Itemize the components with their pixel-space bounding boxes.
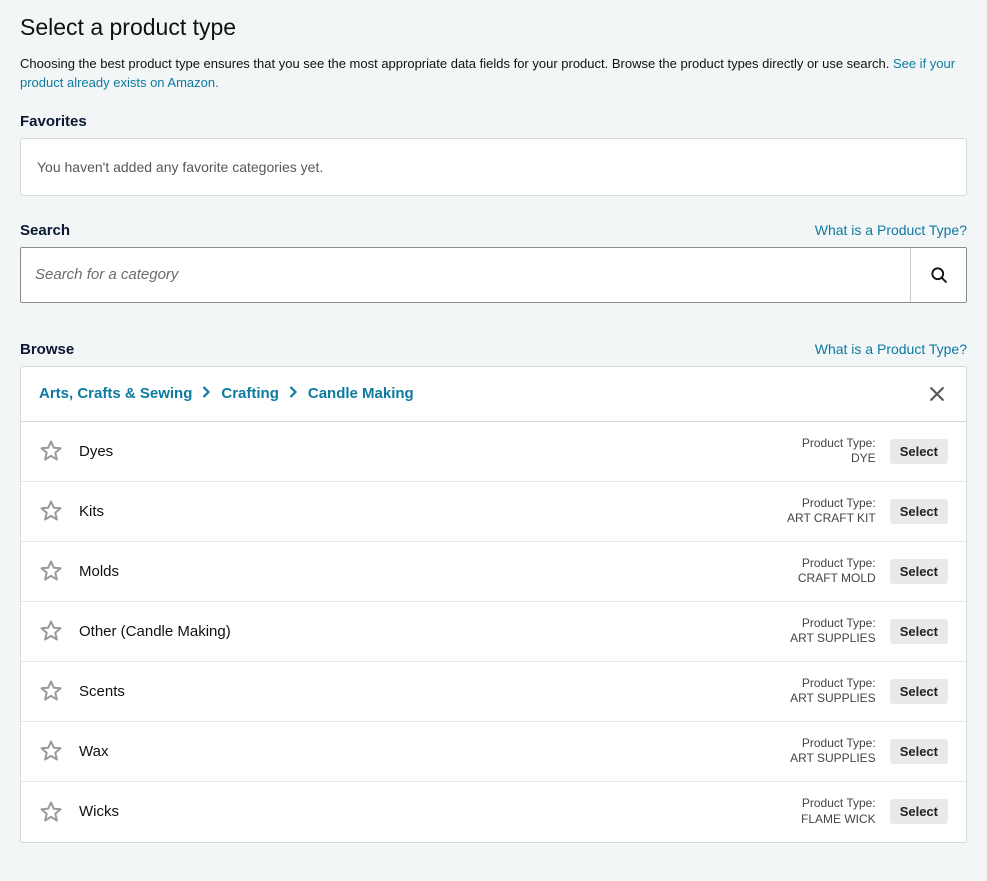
category-row: Molds Product Type:CRAFT MOLD Select — [21, 542, 966, 602]
category-name[interactable]: Kits — [79, 503, 771, 520]
search-icon — [929, 265, 949, 285]
product-type-label: Product Type: — [790, 736, 876, 752]
category-name[interactable]: Molds — [79, 563, 782, 580]
product-type-value: ART SUPPLIES — [790, 691, 876, 707]
chevron-right-icon — [202, 385, 211, 402]
product-type-label: Product Type: — [790, 676, 876, 692]
category-row: Scents Product Type:ART SUPPLIES Select — [21, 662, 966, 722]
row-right: Product Type:ART SUPPLIES Select — [790, 676, 948, 707]
product-type-block: Product Type:ART SUPPLIES — [790, 616, 876, 647]
chevron-right-icon — [289, 385, 298, 402]
product-type-value: DYE — [802, 451, 876, 467]
product-type-value: ART CRAFT KIT — [787, 511, 876, 527]
intro-paragraph: Choosing the best product type ensures t… — [20, 55, 967, 93]
search-help-link[interactable]: What is a Product Type? — [815, 222, 967, 238]
browse-heading: Browse — [20, 341, 74, 358]
browse-box: Arts, Crafts & Sewing Crafting Candle Maki… — [20, 366, 967, 843]
search-button[interactable] — [910, 248, 966, 302]
product-type-value: FLAME WICK — [801, 812, 876, 828]
select-button[interactable]: Select — [890, 559, 948, 584]
search-input[interactable] — [21, 248, 910, 302]
product-type-block: Product Type:DYE — [802, 436, 876, 467]
favorite-star-icon[interactable] — [39, 559, 63, 583]
favorite-star-icon[interactable] — [39, 800, 63, 824]
favorite-star-icon[interactable] — [39, 679, 63, 703]
row-right: Product Type:FLAME WICK Select — [801, 796, 948, 827]
breadcrumb-crumb[interactable]: Arts, Crafts & Sewing — [39, 385, 192, 402]
select-button[interactable]: Select — [890, 739, 948, 764]
product-type-block: Product Type:ART SUPPLIES — [790, 676, 876, 707]
product-type-label: Product Type: — [802, 436, 876, 452]
product-type-value: CRAFT MOLD — [798, 571, 876, 587]
select-button[interactable]: Select — [890, 679, 948, 704]
favorites-empty-box: You haven't added any favorite categorie… — [20, 138, 967, 196]
category-name[interactable]: Dyes — [79, 443, 786, 460]
product-type-value: ART SUPPLIES — [790, 631, 876, 647]
search-box — [20, 247, 967, 303]
clear-breadcrumb-button[interactable] — [926, 383, 948, 405]
favorite-star-icon[interactable] — [39, 439, 63, 463]
page-title: Select a product type — [20, 14, 967, 41]
favorites-heading: Favorites — [20, 113, 87, 130]
row-right: Product Type:ART SUPPLIES Select — [790, 736, 948, 767]
product-type-label: Product Type: — [801, 796, 876, 812]
row-right: Product Type:ART CRAFT KIT Select — [787, 496, 948, 527]
product-type-block: Product Type:CRAFT MOLD — [798, 556, 876, 587]
breadcrumb-crumb[interactable]: Candle Making — [308, 385, 414, 402]
breadcrumb-row: Arts, Crafts & Sewing Crafting Candle Maki… — [21, 367, 966, 422]
category-row: Other (Candle Making) Product Type:ART SU… — [21, 602, 966, 662]
product-type-block: Product Type:ART CRAFT KIT — [787, 496, 876, 527]
favorite-star-icon[interactable] — [39, 619, 63, 643]
select-button[interactable]: Select — [890, 799, 948, 824]
intro-text: Choosing the best product type ensures t… — [20, 56, 893, 71]
product-type-label: Product Type: — [798, 556, 876, 572]
product-type-value: ART SUPPLIES — [790, 751, 876, 767]
favorite-star-icon[interactable] — [39, 739, 63, 763]
category-row: Dyes Product Type:DYE Select — [21, 422, 966, 482]
row-right: Product Type:ART SUPPLIES Select — [790, 616, 948, 647]
browse-help-link[interactable]: What is a Product Type? — [815, 341, 967, 357]
select-button[interactable]: Select — [890, 499, 948, 524]
product-type-label: Product Type: — [787, 496, 876, 512]
category-name[interactable]: Other (Candle Making) — [79, 623, 774, 640]
product-type-block: Product Type:ART SUPPLIES — [790, 736, 876, 767]
category-name[interactable]: Scents — [79, 683, 774, 700]
row-right: Product Type:CRAFT MOLD Select — [798, 556, 948, 587]
select-button[interactable]: Select — [890, 439, 948, 464]
product-type-block: Product Type:FLAME WICK — [801, 796, 876, 827]
category-name[interactable]: Wicks — [79, 803, 785, 820]
category-row: Kits Product Type:ART CRAFT KIT Select — [21, 482, 966, 542]
search-heading: Search — [20, 222, 70, 239]
row-right: Product Type:DYE Select — [802, 436, 948, 467]
category-name[interactable]: Wax — [79, 743, 774, 760]
category-row: Wicks Product Type:FLAME WICK Select — [21, 782, 966, 842]
close-icon — [927, 384, 947, 404]
breadcrumb: Arts, Crafts & Sewing Crafting Candle Maki… — [39, 385, 414, 402]
favorite-star-icon[interactable] — [39, 499, 63, 523]
select-button[interactable]: Select — [890, 619, 948, 644]
breadcrumb-crumb[interactable]: Crafting — [221, 385, 279, 402]
category-row: Wax Product Type:ART SUPPLIES Select — [21, 722, 966, 782]
product-type-label: Product Type: — [790, 616, 876, 632]
favorites-empty-text: You haven't added any favorite categorie… — [37, 159, 323, 175]
